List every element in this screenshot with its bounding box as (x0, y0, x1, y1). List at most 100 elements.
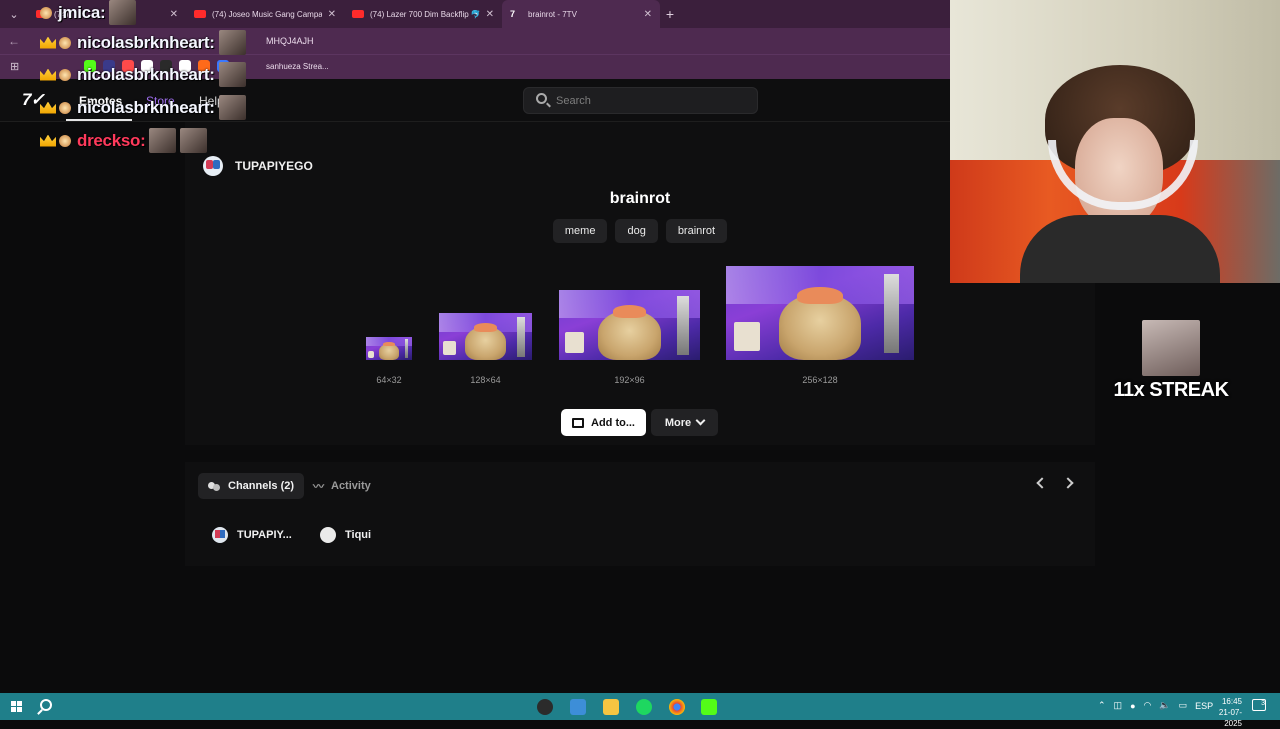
battery-icon[interactable]: ▭ (1179, 700, 1188, 711)
channel-item[interactable]: Tiqui (320, 527, 371, 543)
tag-chip[interactable]: brainrot (665, 219, 728, 243)
apps-grid-icon[interactable]: ⊞ (10, 60, 19, 73)
chat-emote (218, 95, 246, 120)
tab-activity[interactable]: 〰 Activity (303, 473, 381, 499)
channels-card: Channels (2) 〰 Activity TUPAPIY... Tiqui (185, 462, 1095, 566)
browser-tab-3[interactable]: (74) Lazer 700 Dim Backflip 🐬 ✕ (344, 0, 502, 28)
back-arrow-icon[interactable]: ← (8, 34, 30, 48)
emote-preview-192[interactable]: 192×96 (559, 290, 700, 385)
emote-preview-128[interactable]: 128×64 (439, 313, 532, 385)
network-icon[interactable]: ◫ (1114, 700, 1123, 711)
add-to-label: Add to... (591, 416, 635, 429)
chat-username: nicolasbrknheart: (77, 97, 215, 117)
emote-image (559, 290, 700, 360)
youtube-icon (352, 10, 364, 18)
chat-emote (218, 30, 246, 55)
size-label: 192×96 (614, 375, 645, 385)
more-label: More (664, 416, 692, 429)
chat-line: jmica: (40, 0, 137, 25)
size-label: 64×32 (376, 375, 402, 385)
chevron-left-icon[interactable] (1036, 477, 1048, 489)
tab-activity-label: Activity (331, 480, 371, 492)
chat-emote (149, 128, 177, 153)
address-text[interactable]: MHQJ4AJH (266, 36, 314, 46)
chat-line: nicolasbrknheart: (40, 95, 246, 120)
chat-badge-icon (59, 134, 71, 147)
tab-title: brainrot - 7TV (528, 9, 577, 19)
owner-name[interactable]: TUPAPIYEGO (235, 159, 313, 173)
obs-icon[interactable] (537, 699, 553, 715)
chrome-icon[interactable] (669, 699, 685, 715)
browser-tab-2[interactable]: (74) Joseo Music Gang Campan ✕ (186, 0, 344, 28)
crown-badge-icon (40, 134, 56, 147)
bookmark-link[interactable]: sanhueza Strea... (266, 62, 329, 71)
chat-line: nicolasbrknheart: (40, 62, 246, 87)
activity-icon: 〰 (313, 481, 324, 493)
users-icon (208, 481, 221, 491)
size-label: 128×64 (470, 375, 501, 385)
windows-taskbar: ⌃ ◫ ● ◠ 🔈 ▭ ESP 16:45 21-07-2025 3 (0, 693, 1280, 728)
chevron-down-icon (695, 415, 706, 426)
tab-channels-label: Channels (2) (228, 480, 295, 492)
chevron-up-icon[interactable]: ⌃ (1098, 700, 1106, 711)
chat-badge-icon (59, 36, 71, 49)
emote-image (726, 266, 914, 360)
chat-badge-icon (59, 68, 71, 81)
streak-counter: 11x STREAK (1113, 379, 1229, 401)
chat-username: nicolasbrknheart: (77, 32, 215, 52)
new-tab-button[interactable]: + (660, 6, 680, 22)
chat-emote (109, 0, 137, 25)
tab-close-icon[interactable]: ✕ (486, 9, 494, 20)
browser-tab-4[interactable]: 7 brainrot - 7TV ✕ (502, 0, 660, 28)
taskbar-clock[interactable]: 16:45 21-07-2025 (1202, 696, 1242, 729)
chat-username: dreckso: (77, 130, 146, 150)
volume-icon[interactable]: 🔈 (1159, 700, 1170, 711)
channel-name: TUPAPIY... (237, 529, 292, 541)
channel-item[interactable]: TUPAPIY... (212, 527, 292, 543)
emote-preview-256[interactable]: 256×128 (726, 266, 914, 385)
chat-line: nicolasbrknheart: (40, 30, 246, 55)
chat-line: dreckso: (40, 128, 208, 153)
crown-badge-icon (40, 36, 56, 49)
mic-icon[interactable]: ● (1130, 701, 1135, 711)
clock-time: 16:45 (1221, 697, 1242, 706)
tab-close-icon[interactable]: ✕ (644, 9, 652, 20)
tag-chip[interactable]: dog (615, 219, 658, 243)
emote-owner[interactable]: TUPAPIYEGO (203, 156, 313, 176)
size-label: 256×128 (802, 375, 838, 385)
tab-title: (74) Joseo Music Gang Campan (212, 9, 322, 19)
tab-title: (74) Lazer 700 Dim Backflip 🐬 (370, 9, 480, 19)
tab-close-icon[interactable]: ✕ (328, 9, 336, 20)
add-to-button[interactable]: Add to... (561, 409, 646, 436)
crown-badge-icon (40, 68, 56, 81)
channel-avatar (320, 527, 336, 543)
file-explorer-icon[interactable] (603, 699, 619, 715)
chat-username: nicolasbrknheart: (77, 64, 215, 84)
store-icon[interactable] (570, 699, 586, 715)
search-box[interactable] (523, 87, 758, 114)
windows-start-icon[interactable] (11, 701, 22, 712)
tab-search-menu-button[interactable]: ⌄ (0, 0, 28, 28)
chevron-right-icon[interactable] (1062, 477, 1074, 489)
youtube-icon (194, 10, 206, 18)
emote-preview-64[interactable]: 64×32 (366, 337, 412, 385)
spotify-icon[interactable] (636, 699, 652, 715)
search-input[interactable] (556, 93, 746, 109)
tab-close-icon[interactable]: ✕ (170, 9, 178, 20)
crown-badge-icon (40, 101, 56, 114)
search-icon (536, 93, 547, 104)
system-tray: ⌃ ◫ ● ◠ 🔈 ▭ ESP (1098, 700, 1213, 711)
more-button[interactable]: More (651, 409, 718, 436)
tab-channels[interactable]: Channels (2) (198, 473, 305, 499)
streak-avatar (1142, 320, 1200, 376)
kick-icon[interactable] (701, 699, 717, 715)
emote-image (439, 313, 532, 360)
tag-chip[interactable]: meme (552, 219, 608, 243)
taskbar-search-icon[interactable] (40, 699, 52, 711)
notification-center-icon[interactable]: 3 (1252, 699, 1266, 711)
channel-name: Tiqui (345, 529, 372, 541)
wifi-icon[interactable]: ◠ (1144, 700, 1152, 711)
webcam-overlay (950, 0, 1280, 283)
7tv-favicon-icon: 7 (510, 9, 516, 19)
chat-emote (218, 62, 246, 87)
